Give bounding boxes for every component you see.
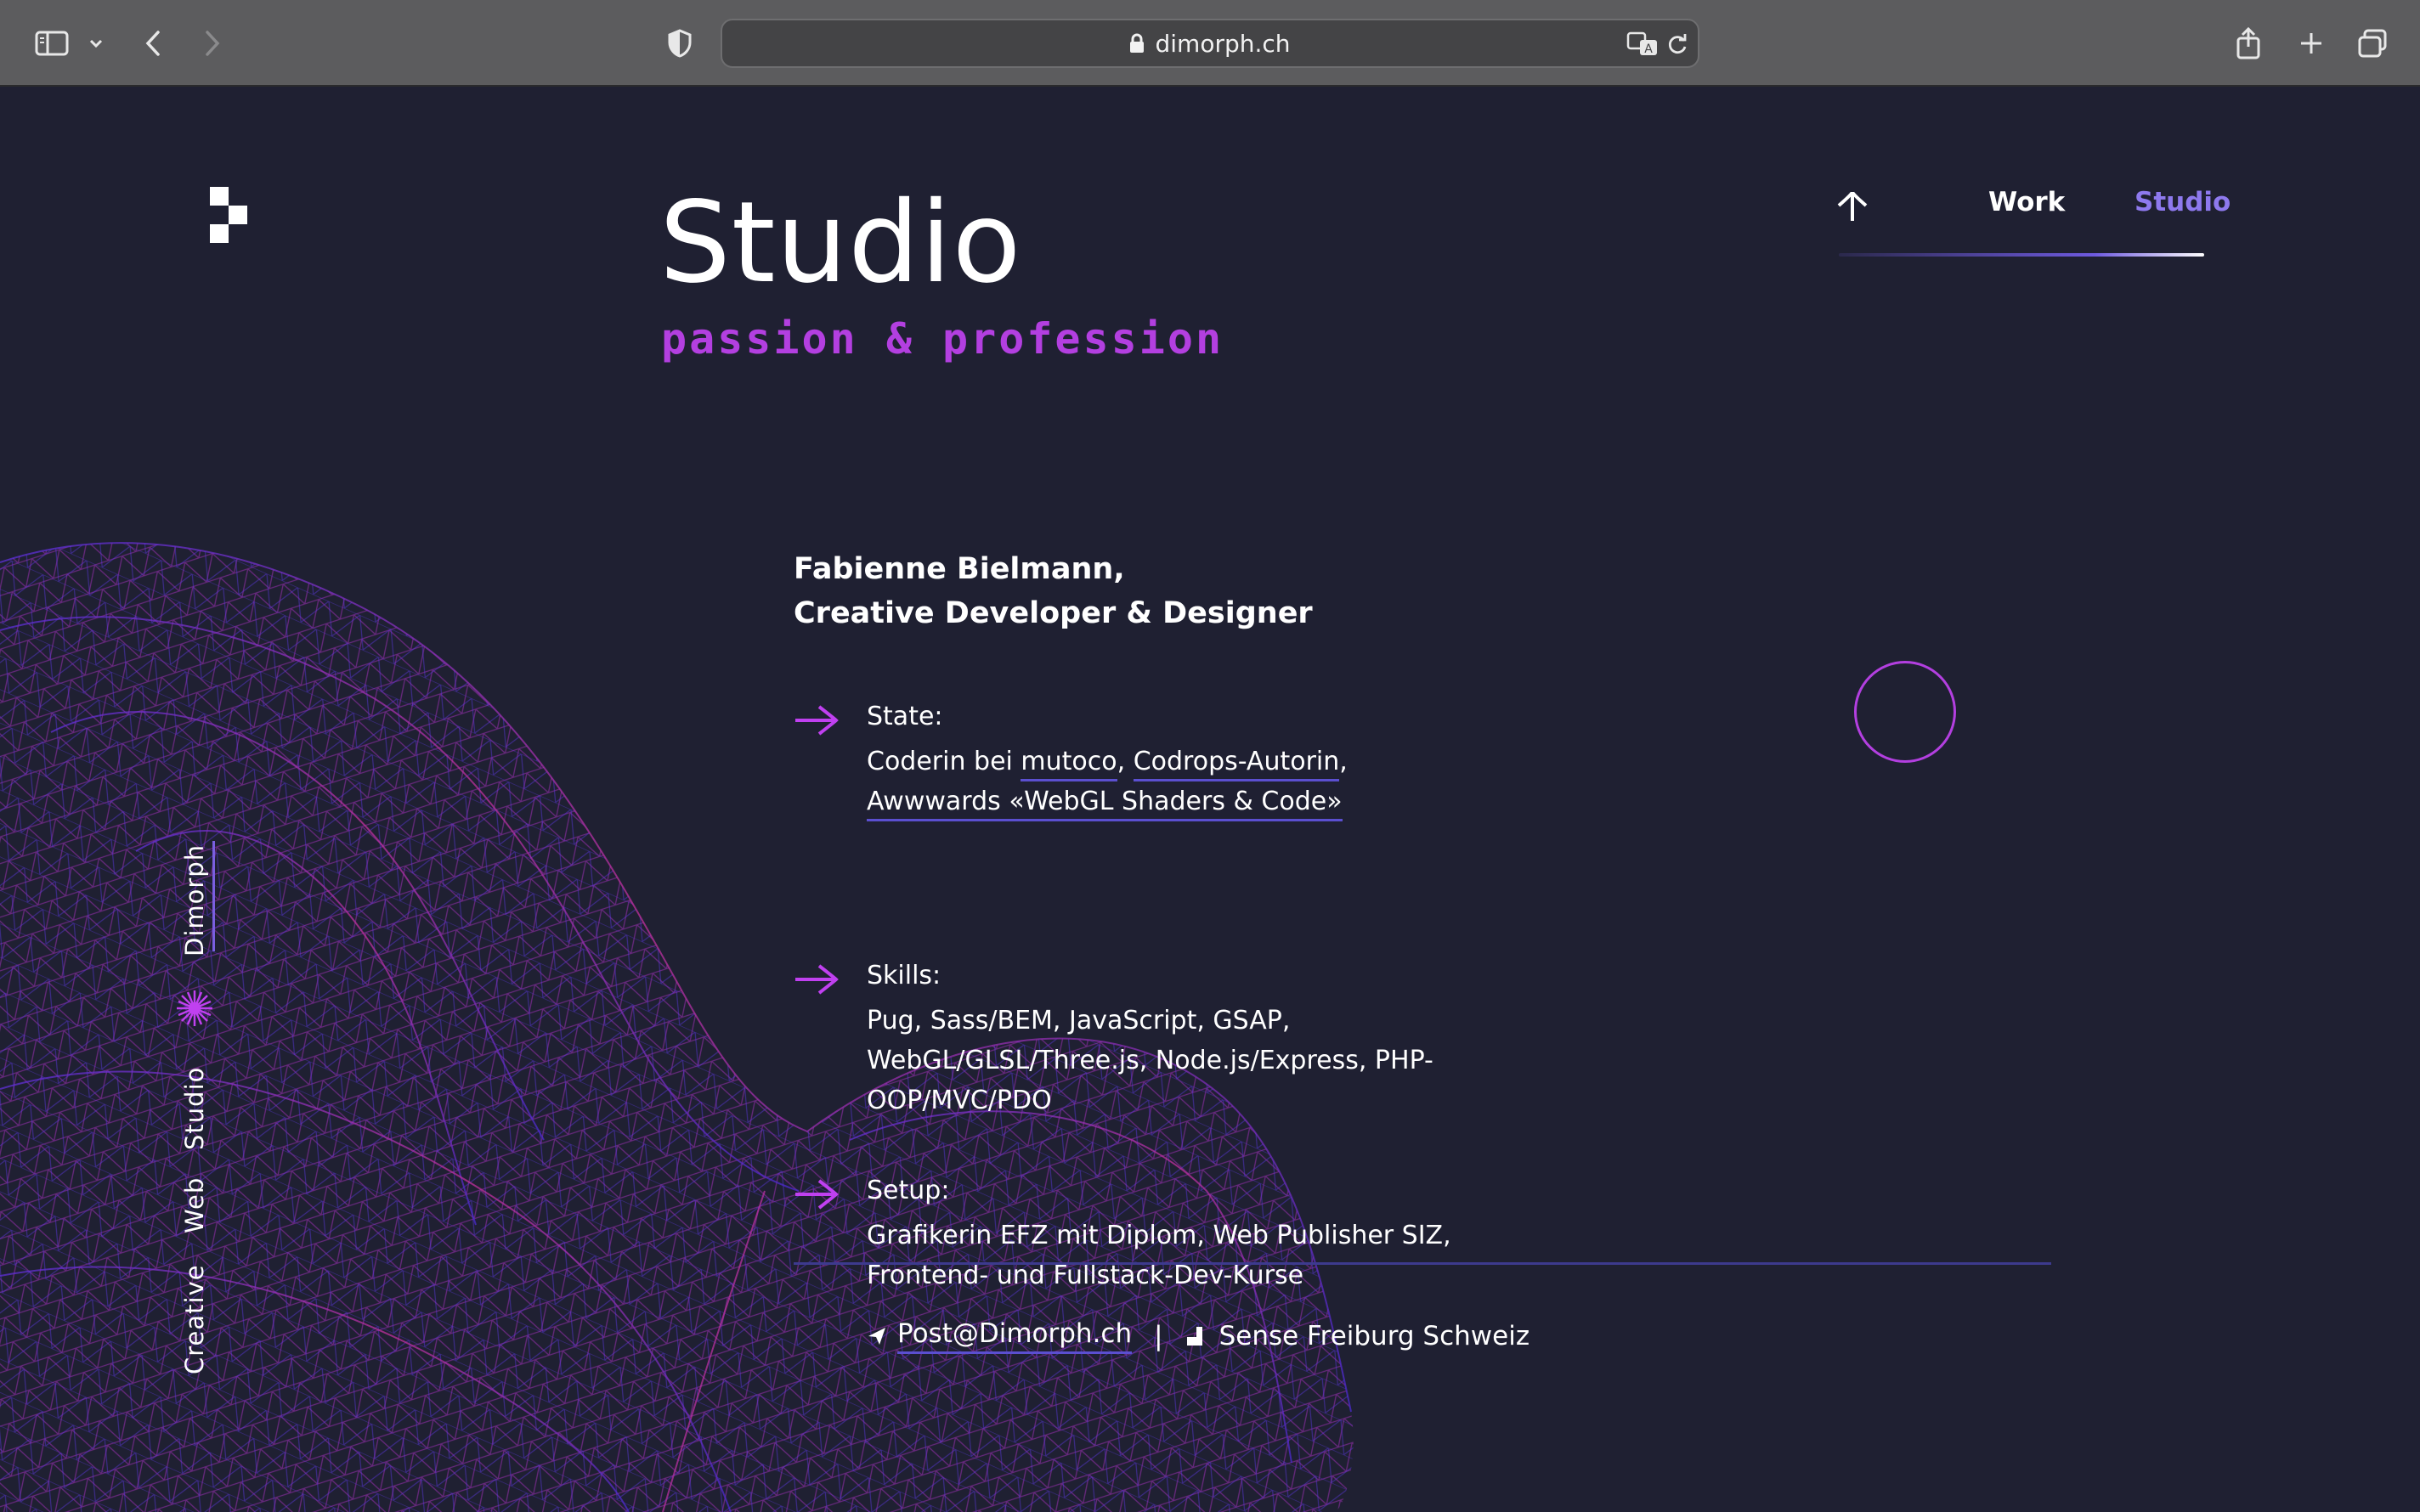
address-bar[interactable]: dimorph.ch A: [721, 19, 1699, 68]
url-host: dimorph.ch: [1155, 29, 1291, 58]
page-subtitle: passion & profession: [661, 314, 1224, 364]
forward-icon[interactable]: [195, 22, 229, 65]
state-text: Coderin bei mutoco, Codrops-Autorin, Aww…: [867, 742, 1512, 821]
state-label: State:: [867, 702, 943, 731]
privacy-shield-icon[interactable]: [663, 22, 697, 65]
nav-active-indicator: [1839, 253, 2204, 257]
tagline-active-line: [212, 841, 215, 951]
skills-line: OOP/MVC/PDO: [867, 1086, 1052, 1115]
page-title: Studio: [659, 178, 1022, 308]
location-icon: [1186, 1327, 1202, 1346]
link-awwwards[interactable]: Awwwards «WebGL Shaders & Code»: [867, 787, 1343, 821]
arrow-right-icon: [795, 1179, 839, 1210]
svg-text:A: A: [1644, 42, 1653, 56]
tagline-word-studio: Studio: [180, 1066, 209, 1150]
contact-separator: |: [1154, 1321, 1163, 1351]
arrow-right-icon: [795, 705, 839, 736]
state-prefix: Coderin bei: [867, 747, 1013, 776]
setup-block: Setup: Grafikerin EFZ mit Diplom, Web Pu…: [794, 1176, 1558, 1295]
main-nav: Work Studio: [1835, 187, 2235, 257]
sparkle-icon: [177, 990, 212, 1026]
tagline-word-web: Web: [180, 1176, 209, 1233]
dimorph-logo[interactable]: [210, 187, 249, 243]
location-text: Sense Freiburg Schweiz: [1218, 1321, 1530, 1351]
skills-label: Skills:: [867, 961, 941, 990]
skills-text: Pug, Sass/BEM, JavaScript, GSAP, WebGL/G…: [867, 1001, 1512, 1120]
nav-item-studio[interactable]: Studio: [2134, 187, 2231, 217]
vertical-tagline: Creative Web Studio Dimorph: [173, 841, 216, 1376]
contact-row: Post@Dimorph.ch | Sense Freiburg Schweiz: [867, 1318, 1529, 1354]
state-comma: ,: [1117, 747, 1126, 776]
reload-icon[interactable]: [1665, 32, 1689, 56]
back-icon[interactable]: [136, 22, 170, 65]
lock-icon: [1129, 33, 1145, 54]
link-codrops[interactable]: Codrops-Autorin: [1133, 747, 1340, 781]
setup-text: Grafikerin EFZ mit Diplom, Web Publisher…: [867, 1216, 1512, 1295]
arrow-right-icon: [795, 964, 839, 995]
skills-line: Pug, Sass/BEM, JavaScript, GSAP,: [867, 1006, 1291, 1035]
cursor-circle: [1854, 661, 1956, 763]
chevron-down-icon[interactable]: [85, 22, 107, 65]
state-block: State: Coderin bei mutoco, Codrops-Autor…: [794, 702, 1558, 821]
arrow-up-icon[interactable]: [1835, 187, 1869, 224]
share-icon[interactable]: [2231, 22, 2265, 65]
skills-block: Skills: Pug, Sass/BEM, JavaScript, GSAP,…: [794, 961, 1558, 1122]
link-mutoco[interactable]: mutoco: [1021, 747, 1117, 781]
person-name: Fabienne Bielmann,: [794, 552, 1125, 586]
tagline-word-dimorph[interactable]: Dimorph: [180, 844, 209, 956]
page-content: Studio passion & profession Work Studio …: [0, 87, 2420, 1512]
send-icon: [868, 1328, 885, 1345]
setup-line: Grafikerin EFZ mit Diplom, Web Publisher…: [867, 1221, 1451, 1250]
tagline-word-creative: Creative: [180, 1264, 209, 1374]
skills-line: WebGL/GLSL/Three.js, Node.js/Express, PH…: [867, 1046, 1433, 1075]
setup-label: Setup:: [867, 1176, 950, 1205]
person-heading: Fabienne Bielmann, Creative Developer & …: [794, 547, 1313, 635]
email-link[interactable]: Post@Dimorph.ch: [897, 1318, 1133, 1354]
state-comma: ,: [1339, 747, 1348, 776]
tab-overview-icon[interactable]: [2355, 22, 2389, 65]
section-divider: [794, 1262, 2051, 1265]
nav-item-work[interactable]: Work: [1988, 187, 2065, 217]
new-tab-icon[interactable]: [2294, 22, 2328, 65]
translate-icon[interactable]: A: [1626, 31, 1660, 58]
sidebar-icon[interactable]: [31, 22, 73, 65]
person-role: Creative Developer & Designer: [794, 596, 1313, 630]
browser-toolbar: dimorph.ch A: [0, 0, 2420, 87]
